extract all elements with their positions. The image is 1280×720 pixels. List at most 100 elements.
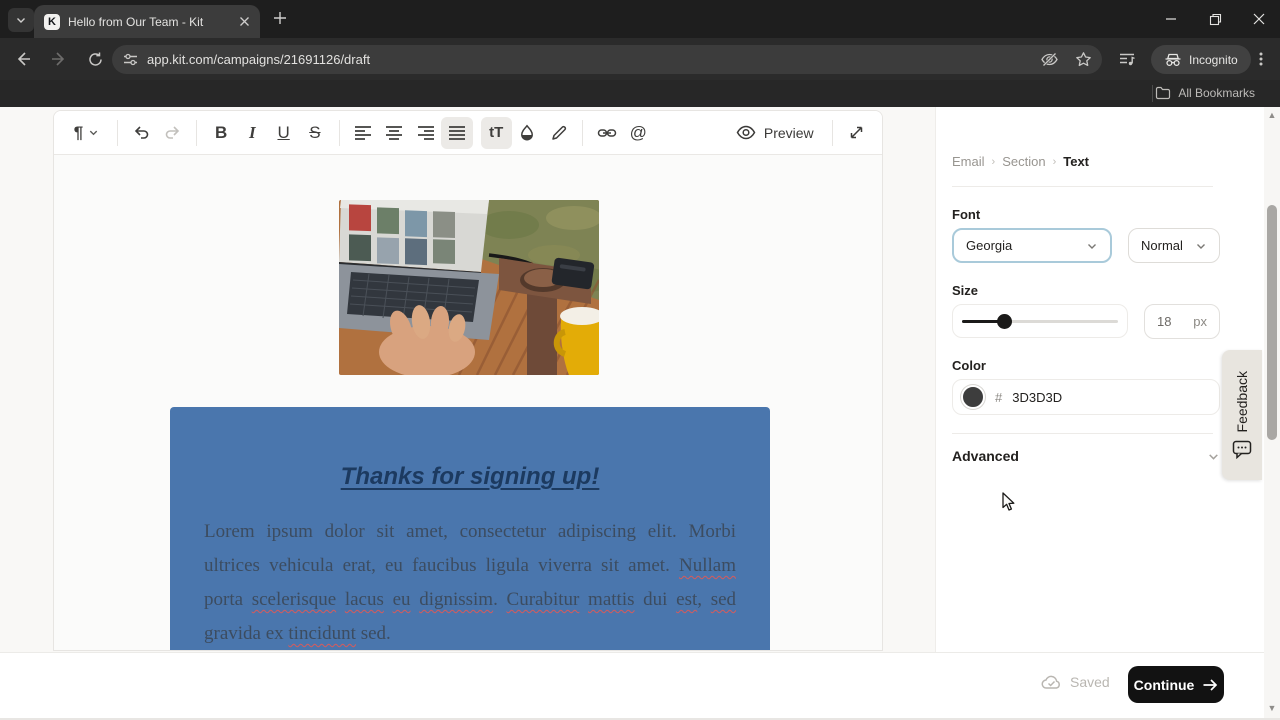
font-weight-value: Normal xyxy=(1141,238,1183,253)
link-button[interactable] xyxy=(591,117,622,149)
new-tab-button[interactable] xyxy=(272,10,288,26)
saved-label: Saved xyxy=(1070,674,1110,690)
misspelled-word: Curabitur xyxy=(507,589,580,610)
advanced-label: Advanced xyxy=(952,448,1019,464)
address-bar[interactable]: app.kit.com/campaigns/21691126/draft xyxy=(112,45,1102,74)
tab-close-icon[interactable] xyxy=(239,16,250,27)
align-left-button[interactable] xyxy=(348,117,379,149)
misspelled-word: tincidunt xyxy=(288,623,356,644)
eye-icon xyxy=(736,125,756,140)
font-family-select[interactable]: Georgia xyxy=(952,228,1112,263)
pencil-icon xyxy=(550,124,568,142)
back-button[interactable] xyxy=(8,44,38,74)
arrow-right-icon xyxy=(1202,678,1218,692)
font-weight-select[interactable]: Normal xyxy=(1128,228,1220,263)
toolbar-divider xyxy=(582,120,583,146)
feedback-bubble-icon xyxy=(1232,440,1252,459)
expand-icon xyxy=(848,124,865,141)
breadcrumb-email[interactable]: Email xyxy=(952,154,985,169)
kit-favicon: K xyxy=(44,14,60,30)
align-right-button[interactable] xyxy=(410,117,441,149)
scroll-up-arrow[interactable]: ▲ xyxy=(1264,108,1280,122)
redo-button[interactable] xyxy=(157,117,188,149)
slider-knob[interactable] xyxy=(997,314,1012,329)
advanced-toggle[interactable]: Advanced xyxy=(952,442,1220,470)
size-input[interactable]: 18 px xyxy=(1144,304,1220,339)
color-hex-value[interactable]: 3D3D3D xyxy=(1012,390,1062,405)
continue-label: Continue xyxy=(1134,677,1195,693)
bold-button[interactable]: B xyxy=(205,117,236,149)
preview-label: Preview xyxy=(764,125,814,141)
email-hero-image[interactable] xyxy=(339,200,599,375)
mention-button[interactable]: @ xyxy=(623,117,654,149)
highlight-button[interactable] xyxy=(543,117,574,149)
misspelled-word: lacus xyxy=(345,589,384,610)
settings-sidebar: Email › Section › Text Font Georgia Norm… xyxy=(935,107,1264,652)
breadcrumb-text: Text xyxy=(1063,154,1089,169)
misspelled-word: est xyxy=(676,589,697,610)
chevron-right-icon: › xyxy=(992,156,996,168)
feedback-tab[interactable]: Feedback xyxy=(1222,350,1262,480)
tab-search-button[interactable] xyxy=(8,8,34,32)
link-icon xyxy=(597,124,617,142)
laptop-outdoors-photo xyxy=(339,200,599,375)
strikethrough-button[interactable]: S xyxy=(299,117,330,149)
align-center-button[interactable] xyxy=(379,117,410,149)
color-droplet-icon xyxy=(518,124,536,142)
size-unit: px xyxy=(1193,314,1207,329)
italic-button[interactable]: I xyxy=(237,117,268,149)
justify-button[interactable] xyxy=(441,117,472,149)
all-bookmarks-button[interactable]: All Bookmarks xyxy=(1155,86,1255,100)
email-body[interactable]: Lorem ipsum dolor sit amet, consectetur … xyxy=(204,515,736,651)
incognito-icon xyxy=(1164,53,1182,67)
text-color-button[interactable] xyxy=(512,117,543,149)
underline-button[interactable]: U xyxy=(268,117,299,149)
reload-button[interactable] xyxy=(80,44,110,74)
font-label: Font xyxy=(952,207,980,222)
color-field[interactable]: # 3D3D3D xyxy=(952,379,1220,415)
bold-icon: B xyxy=(215,123,227,143)
window-restore-button[interactable] xyxy=(1200,10,1230,28)
url-text: app.kit.com/campaigns/21691126/draft xyxy=(147,52,1040,67)
folder-icon xyxy=(1155,86,1171,100)
window-close-button[interactable] xyxy=(1244,10,1274,28)
bookmarks-bar xyxy=(0,80,1280,107)
continue-button[interactable]: Continue xyxy=(1128,666,1224,703)
scrollbar-thumb[interactable] xyxy=(1267,205,1277,440)
media-controls-icon[interactable] xyxy=(1112,44,1142,74)
email-heading[interactable]: Thanks for signing up! xyxy=(170,463,770,491)
size-value[interactable]: 18 xyxy=(1157,314,1171,329)
forward-button[interactable] xyxy=(44,44,74,74)
misspelled-word: sed xyxy=(711,589,736,610)
size-slider[interactable] xyxy=(952,304,1128,338)
window-minimize-button[interactable] xyxy=(1156,10,1186,28)
eye-off-icon[interactable] xyxy=(1040,50,1059,69)
breadcrumb-section[interactable]: Section xyxy=(1002,154,1045,169)
color-hash: # xyxy=(995,390,1002,405)
toolbar-divider xyxy=(339,120,340,146)
text-size-button[interactable]: tT xyxy=(481,117,512,149)
underline-icon: U xyxy=(277,123,289,143)
bookmark-star-icon[interactable] xyxy=(1075,51,1092,68)
browser-menu-icon[interactable] xyxy=(1246,44,1276,74)
misspelled-word: Nullam xyxy=(679,555,736,576)
preview-button[interactable]: Preview xyxy=(726,125,824,141)
cloud-check-icon xyxy=(1041,674,1062,690)
chevron-down-icon xyxy=(15,14,27,26)
strikethrough-icon: S xyxy=(309,123,320,143)
editor-toolbar: ¶ B I U S tT xyxy=(54,111,882,155)
color-swatch[interactable] xyxy=(961,385,985,409)
slider-track[interactable] xyxy=(962,320,1118,323)
browser-tab[interactable]: K Hello from Our Team - Kit xyxy=(34,5,260,38)
font-family-value: Georgia xyxy=(966,238,1012,253)
email-text-section[interactable]: Thanks for signing up! Lorem ipsum dolor… xyxy=(170,407,770,651)
undo-button[interactable] xyxy=(126,117,157,149)
fullscreen-button[interactable] xyxy=(841,117,872,149)
site-settings-icon[interactable] xyxy=(122,51,139,68)
paragraph-style-button[interactable]: ¶ xyxy=(64,117,109,149)
scroll-down-arrow[interactable]: ▼ xyxy=(1264,701,1280,715)
email-canvas[interactable]: Thanks for signing up! Lorem ipsum dolor… xyxy=(54,155,882,651)
misspelled-word: dignissim xyxy=(419,589,493,610)
size-label: Size xyxy=(952,283,978,298)
align-left-icon xyxy=(354,125,372,141)
